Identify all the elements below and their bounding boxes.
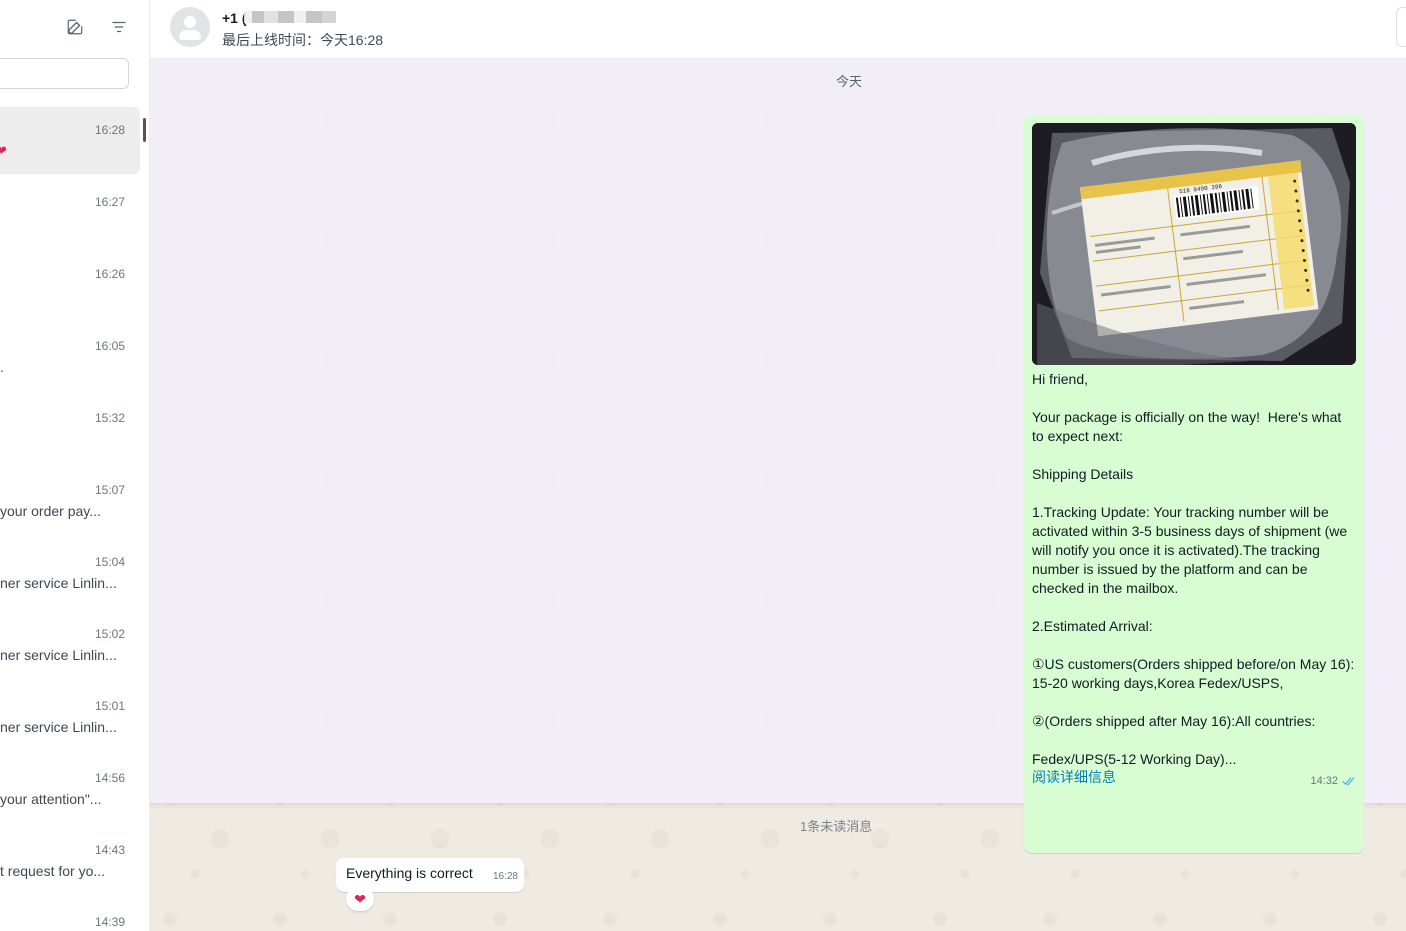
chat-list-item[interactable]: 14:39 xyxy=(0,898,140,931)
contact-name: +1 ( xyxy=(222,10,247,26)
chat-preview: your attention"... xyxy=(0,791,102,807)
message-meta: 14:32 xyxy=(1310,775,1356,787)
chat-list-item[interactable]: 16:28 ❤ xyxy=(0,107,140,174)
search-input[interactable] xyxy=(0,58,129,89)
chat-list-item[interactable]: 15:01 ner service Linlin... xyxy=(0,682,140,754)
message-text: Hi friend, Your package is officially on… xyxy=(1032,371,1355,767)
chat-preview: . xyxy=(0,359,4,375)
compose-icon xyxy=(67,19,83,35)
conversation-header[interactable]: +1 ( 最后上线时间：今天16:28 xyxy=(150,0,1406,59)
avatar[interactable] xyxy=(170,7,210,47)
chat-preview: ner service Linlin... xyxy=(0,719,117,735)
redacted-phone-number xyxy=(244,11,336,23)
chat-list-item[interactable]: 16:05. xyxy=(0,322,140,394)
chat-list-item[interactable]: 15:07 your order pay... xyxy=(0,466,140,538)
chat-time: 15:04 xyxy=(94,555,125,569)
chat-time: 14:56 xyxy=(94,771,125,785)
message-time: 14:32 xyxy=(1310,775,1338,787)
chat-preview: your order pay... xyxy=(0,503,101,519)
chat-time: 16:05 xyxy=(94,339,125,353)
sidebar-scrollbar[interactable] xyxy=(143,118,146,142)
filter-icon xyxy=(112,21,126,33)
last-seen-status: 最后上线时间：今天16:28 xyxy=(222,32,384,48)
chat-list-item[interactable]: 15:32 xyxy=(0,394,140,466)
chat-time: 15:32 xyxy=(94,411,125,425)
chat-preview: ner service Linlin... xyxy=(0,647,117,663)
heart-icon: ❤ xyxy=(0,143,7,159)
chat-list-item[interactable]: 14:56 your attention"... xyxy=(0,754,140,826)
message-time: 16:28 xyxy=(492,871,518,882)
chat-time: 16:28 xyxy=(94,123,125,137)
chat-time: 15:07 xyxy=(94,483,125,497)
whatsapp-window: 16:28 ❤ 16:27 16:26 16:05. 15:32 15:07 your ord… xyxy=(0,0,1406,931)
header-action-button[interactable] xyxy=(1396,7,1406,47)
message-text: Everything is correct xyxy=(346,865,473,881)
chat-time: 16:26 xyxy=(94,267,125,281)
sidebar-header xyxy=(0,0,149,56)
outgoing-message[interactable]: 518 8490 398 Hi friend, Your package is … xyxy=(1024,115,1364,853)
message-pane[interactable]: 今天 518 8490 398 Hi friend, Your package … xyxy=(150,59,1406,931)
chat-list-item[interactable]: 16:27 xyxy=(0,178,140,250)
package-image: 518 8490 398 xyxy=(1032,123,1356,365)
unread-divider: 1条未读消息 xyxy=(800,819,873,834)
chat-list-item[interactable]: 14:43 t request for yo... xyxy=(0,826,140,898)
double-check-icon xyxy=(1342,777,1355,786)
chat-list-item[interactable]: 16:26 xyxy=(0,250,140,322)
heart-icon: ❤ xyxy=(354,890,366,907)
chat-time: 15:01 xyxy=(94,699,125,713)
package-photo[interactable]: 518 8490 398 xyxy=(1032,123,1356,365)
chat-time: 15:02 xyxy=(94,627,125,641)
chat-preview: ner service Linlin... xyxy=(0,575,117,591)
date-divider: 今天 xyxy=(836,74,863,89)
read-more-link[interactable]: 阅读详细信息 xyxy=(1032,767,1116,787)
chat-sidebar: 16:28 ❤ 16:27 16:26 16:05. 15:32 15:07 your ord… xyxy=(0,0,150,931)
filter-button[interactable] xyxy=(107,15,131,39)
chat-time: 16:27 xyxy=(94,195,125,209)
chat-list-item[interactable]: 15:04 ner service Linlin... xyxy=(0,538,140,610)
heart-reaction[interactable]: ❤ xyxy=(346,887,374,911)
chat-list-item[interactable]: 15:02 ner service Linlin... xyxy=(0,610,140,682)
new-chat-button[interactable] xyxy=(63,15,87,39)
chat-preview: t request for yo... xyxy=(0,863,106,879)
chat-time: 14:39 xyxy=(94,915,125,929)
chat-list: 16:28 ❤ 16:27 16:26 16:05. 15:32 15:07 your ord… xyxy=(0,106,140,931)
chat-time: 14:43 xyxy=(94,843,125,857)
